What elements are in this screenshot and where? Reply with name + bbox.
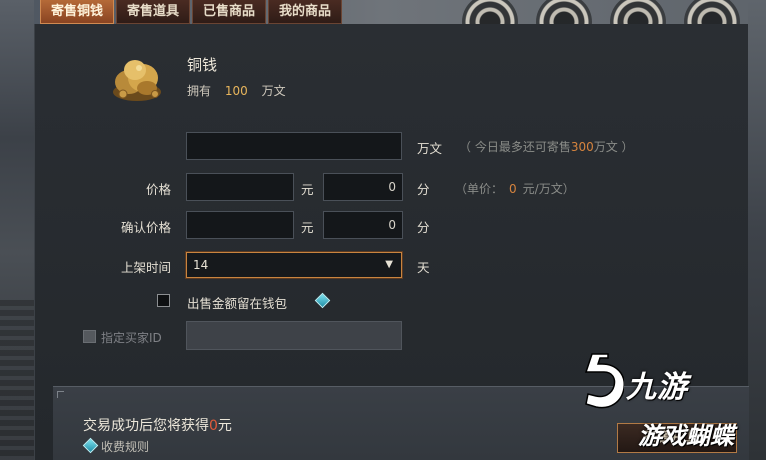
price-yuan-unit: 元 bbox=[301, 182, 314, 197]
price-yuan-input[interactable] bbox=[186, 173, 294, 201]
confirm-yuan-unit: 元 bbox=[301, 220, 314, 235]
unit-price-hint: （单价： 0 元/万文） bbox=[455, 182, 575, 196]
owned-value: 100 bbox=[224, 84, 248, 98]
fee-rules-link[interactable]: 收费规则 bbox=[101, 438, 149, 455]
confirm-fen-input[interactable]: 0 bbox=[323, 211, 403, 239]
background-right-wall bbox=[748, 0, 766, 460]
tab-bar: 寄售铜钱 寄售道具 已售商品 我的商品 bbox=[40, 0, 343, 24]
tab-sold-goods[interactable]: 已售商品 bbox=[192, 0, 267, 24]
tab-my-goods[interactable]: 我的商品 bbox=[268, 0, 343, 24]
listing-time-label: 上架时间 bbox=[120, 260, 171, 275]
price-fen-input[interactable]: 0 bbox=[323, 173, 403, 201]
keep-in-wallet-checkbox[interactable] bbox=[157, 294, 170, 307]
confirm-fen-unit: 分 bbox=[417, 220, 430, 235]
keep-in-wallet-label: 出售金额留在钱包 bbox=[187, 296, 288, 311]
listing-time-select[interactable]: 14 ▼ bbox=[186, 252, 402, 278]
amount-input[interactable] bbox=[186, 132, 402, 160]
amount-limit-hint: （ 今日最多还可寄售300万文 ） bbox=[459, 140, 634, 154]
summary-bar: 交易成功后您将获得0元 收费规则 寄售并上架 bbox=[53, 386, 749, 460]
amount-unit: 万文 bbox=[417, 141, 443, 156]
price-label: 价格 bbox=[145, 182, 171, 197]
gain-text: 交易成功后您将获得0元 bbox=[83, 418, 232, 434]
listing-time-value: 14 bbox=[193, 258, 209, 272]
chevron-down-icon[interactable]: ▼ bbox=[385, 253, 393, 277]
owned-label: 拥有 bbox=[187, 84, 212, 98]
fee-rules-icon[interactable] bbox=[82, 437, 99, 454]
listing-time-unit: 天 bbox=[417, 260, 430, 275]
confirm-price-label: 确认价格 bbox=[120, 220, 171, 235]
owned-unit: 万文 bbox=[261, 84, 286, 98]
designate-buyer-checkbox[interactable] bbox=[83, 330, 96, 343]
info-diamond-icon[interactable] bbox=[314, 292, 331, 309]
confirm-yuan-input[interactable] bbox=[186, 211, 294, 239]
item-name: 铜钱 bbox=[187, 56, 218, 74]
consign-submit-button[interactable]: 寄售并上架 bbox=[617, 423, 737, 453]
background-left-wall bbox=[0, 0, 34, 460]
tab-consign-coins[interactable]: 寄售铜钱 bbox=[40, 0, 115, 24]
designate-buyer-label: 指定买家ID bbox=[101, 331, 162, 345]
buyer-id-input[interactable] bbox=[186, 321, 402, 350]
tab-consign-items[interactable]: 寄售道具 bbox=[116, 0, 191, 24]
consign-panel: 铜钱 拥有 100 万文 万文 （ 今日最多还可寄售300万文 ） 价格 元 0… bbox=[34, 24, 749, 460]
price-fen-unit: 分 bbox=[417, 182, 430, 197]
copper-coin-pile-icon bbox=[113, 60, 161, 101]
item-owned: 拥有 100 万文 bbox=[187, 82, 286, 99]
